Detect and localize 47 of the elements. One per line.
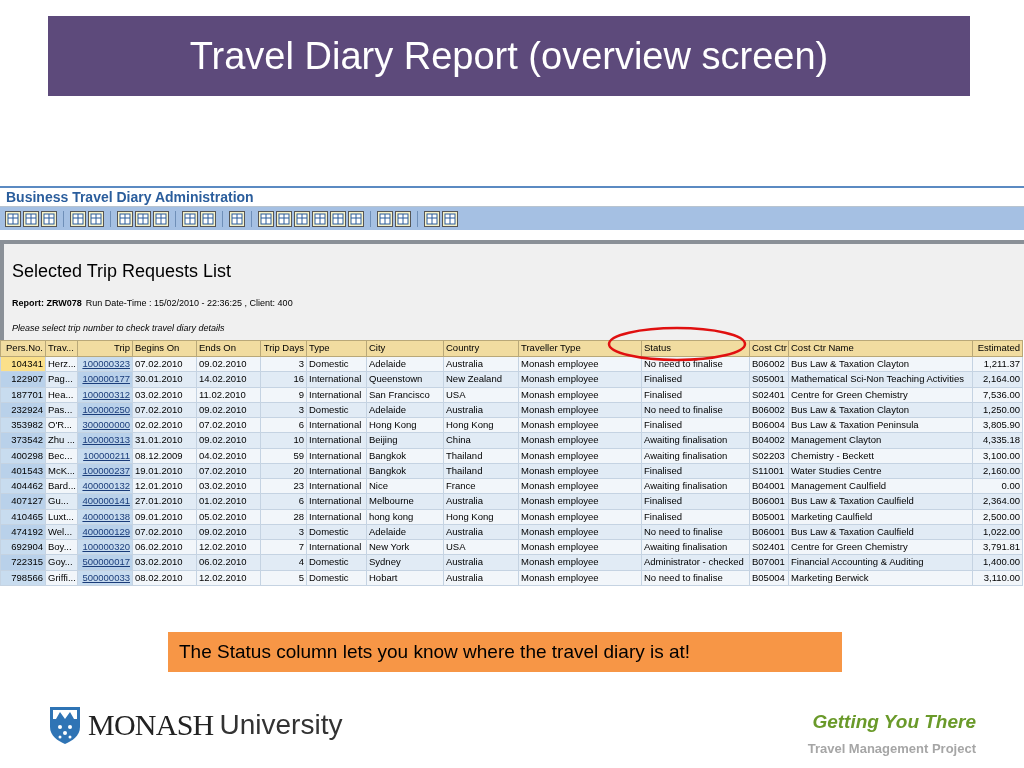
table-icon[interactable]: [312, 210, 328, 227]
crest-icon: [48, 704, 82, 745]
column-header[interactable]: Traveller Type: [518, 340, 642, 357]
column-header[interactable]: Trip Days: [260, 340, 307, 357]
app-title: Business Travel Diary Administration: [6, 190, 254, 204]
column-header[interactable]: Cost Ctr Name: [788, 340, 973, 357]
table-icon[interactable]: [330, 210, 346, 227]
table-icon[interactable]: [294, 210, 310, 227]
column-header[interactable]: Type: [306, 340, 367, 357]
table-icon[interactable]: [117, 210, 133, 227]
tagline: Getting You There: [812, 710, 976, 734]
list-heading: Selected Trip Requests List: [12, 260, 233, 283]
table-icon[interactable]: [377, 210, 393, 227]
table-icon[interactable]: [276, 210, 292, 227]
table-icon[interactable]: [41, 210, 57, 227]
report-info: Run Date-Time : 15/02/2010 - 22:36:25 , Client: 400: [85, 297, 293, 310]
table-icon[interactable]: [153, 210, 169, 227]
table-icon[interactable]: [23, 210, 39, 227]
report-label: Report: ZRW078: [12, 297, 82, 310]
table-icon[interactable]: [229, 210, 245, 227]
logo-subtitle: University: [219, 707, 343, 742]
table-icon[interactable]: [395, 210, 411, 227]
column-header[interactable]: Trav...: [45, 340, 78, 357]
project-name: Travel Management Project: [807, 739, 976, 758]
table-icon[interactable]: [88, 210, 104, 227]
column-header[interactable]: Estimated: [972, 340, 1023, 357]
column-header[interactable]: City: [366, 340, 444, 357]
table-icon[interactable]: [442, 210, 458, 227]
column-header[interactable]: Begins On: [132, 340, 197, 357]
column-header[interactable]: Status: [641, 340, 750, 357]
logo-wordmark: MONASH: [88, 707, 214, 743]
column-header[interactable]: Cost Ctr: [749, 340, 789, 357]
slide-title: Travel Diary Report (overview screen): [189, 33, 829, 79]
column-header[interactable]: Country: [443, 340, 519, 357]
table-icon[interactable]: [424, 210, 440, 227]
column-header[interactable]: Trip: [77, 340, 133, 357]
table-icon[interactable]: [70, 210, 86, 227]
table-icon[interactable]: [258, 210, 274, 227]
column-header[interactable]: Ends On: [196, 340, 261, 357]
table-icon[interactable]: [135, 210, 151, 227]
instruction-text: Please select trip number to check travel diary details: [12, 321, 226, 335]
table-icon[interactable]: [182, 210, 198, 227]
table-icon[interactable]: [348, 210, 364, 227]
callout-text: The Status column lets you know where the travel diary is at!: [179, 639, 691, 664]
column-header[interactable]: Pers.No.: [0, 340, 46, 357]
table-icon[interactable]: [5, 210, 21, 227]
table-icon[interactable]: [200, 210, 216, 227]
